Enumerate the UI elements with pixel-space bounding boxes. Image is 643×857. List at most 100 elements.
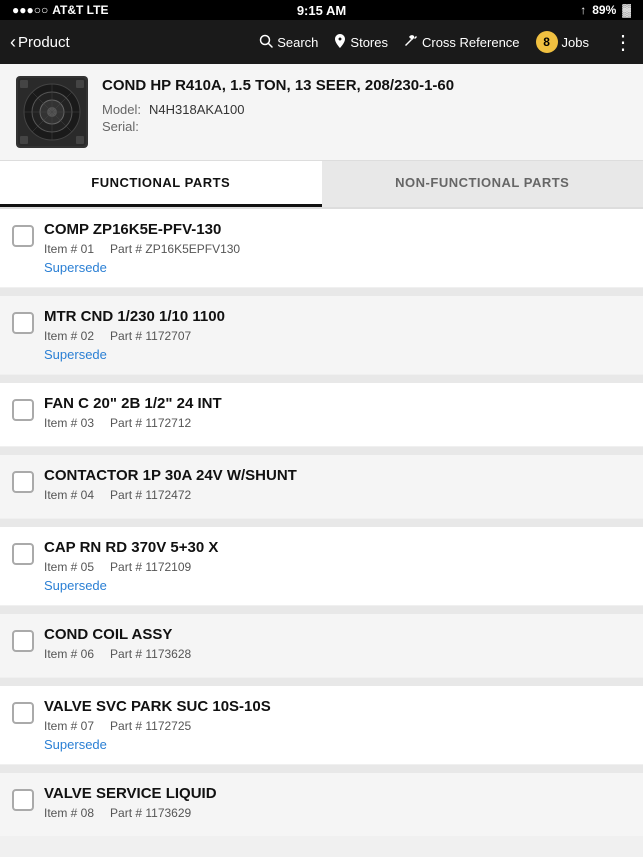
checkbox-area [12,225,34,247]
tab-functional-parts[interactable]: FUNCTIONAL PARTS [0,161,322,207]
part-meta: Item # 06 Part # 1173628 [44,647,627,661]
part-item-num: Item # 01 [44,242,94,256]
nav-bar: ‹ Product Search Stores [0,20,643,64]
stores-label: Stores [350,35,388,50]
more-icon[interactable]: ⋮ [613,30,633,55]
signal-dots: ●●●○○ [12,3,48,17]
part-name: CAP RN RD 370V 5+30 X [44,539,627,556]
jobs-action[interactable]: 8 Jobs [536,31,589,53]
part-details: MTR CND 1/230 1/10 1100 Item # 02 Part #… [44,308,627,362]
part-checkbox[interactable] [12,789,34,811]
part-separator [0,678,643,686]
supersede-link[interactable]: Supersede [44,578,627,593]
back-chevron-icon: ‹ [10,32,16,53]
part-name: COMP ZP16K5E-PFV-130 [44,221,627,238]
part-separator [0,447,643,455]
part-num: Part # 1172725 [110,719,191,733]
tab-non-functional-parts[interactable]: NON-FUNCTIONAL PARTS [322,161,643,207]
parts-list: COMP ZP16K5E-PFV-130 Item # 01 Part # ZP… [0,209,643,836]
cross-reference-label: Cross Reference [422,35,520,50]
part-item: CAP RN RD 370V 5+30 X Item # 05 Part # 1… [0,527,643,605]
checkbox-area [12,399,34,421]
supersede-link[interactable]: Supersede [44,260,627,275]
part-details: CAP RN RD 370V 5+30 X Item # 05 Part # 1… [44,539,627,593]
part-details: VALVE SVC PARK SUC 10S-10S Item # 07 Par… [44,698,627,752]
battery-icon: ▓ [622,3,631,17]
part-separator [0,288,643,296]
part-num: Part # 1172472 [110,488,191,502]
part-checkbox[interactable] [12,312,34,334]
model-value: N4H318AKA100 [149,102,244,117]
part-item: MTR CND 1/230 1/10 1100 Item # 02 Part #… [0,296,643,374]
part-details: CONTACTOR 1P 30A 24V W/SHUNT Item # 04 P… [44,467,627,506]
part-checkbox[interactable] [12,225,34,247]
wrench-icon [404,34,418,51]
part-separator [0,375,643,383]
product-serial: Serial: [102,119,627,134]
part-name: VALVE SERVICE LIQUID [44,785,627,802]
part-name: FAN C 20" 2B 1/2" 24 INT [44,395,627,412]
part-separator [0,606,643,614]
jobs-badge: 8 [536,31,558,53]
part-item-num: Item # 04 [44,488,94,502]
part-meta: Item # 03 Part # 1172712 [44,416,627,430]
supersede-link[interactable]: Supersede [44,347,627,362]
part-meta: Item # 05 Part # 1172109 [44,560,627,574]
part-checkbox[interactable] [12,543,34,565]
supersede-link[interactable]: Supersede [44,737,627,752]
status-bar: ●●●○○ AT&T LTE 9:15 AM ↑ 89% ▓ [0,0,643,20]
part-item: COMP ZP16K5E-PFV-130 Item # 01 Part # ZP… [0,209,643,287]
part-item: FAN C 20" 2B 1/2" 24 INT Item # 03 Part … [0,383,643,446]
cross-reference-action[interactable]: Cross Reference [404,34,520,51]
part-meta: Item # 08 Part # 1173629 [44,806,627,820]
checkbox-area [12,789,34,811]
tabs-container: FUNCTIONAL PARTS NON-FUNCTIONAL PARTS [0,161,643,209]
part-num: Part # 1172707 [110,329,191,343]
search-icon [259,34,273,51]
back-button[interactable]: ‹ Product [10,32,90,53]
part-item-num: Item # 06 [44,647,94,661]
part-checkbox[interactable] [12,630,34,652]
product-header: COND HP R410A, 1.5 TON, 13 SEER, 208/230… [0,64,643,161]
model-label: Model: [102,102,141,117]
part-meta: Item # 01 Part # ZP16K5EPFV130 [44,242,627,256]
part-name: MTR CND 1/230 1/10 1100 [44,308,627,325]
part-item-num: Item # 08 [44,806,94,820]
part-checkbox[interactable] [12,399,34,421]
part-details: COMP ZP16K5E-PFV-130 Item # 01 Part # ZP… [44,221,627,275]
status-bar-time: 9:15 AM [297,3,346,18]
part-details: VALVE SERVICE LIQUID Item # 08 Part # 11… [44,785,627,824]
part-checkbox[interactable] [12,702,34,724]
checkbox-area [12,312,34,334]
part-item: COND COIL ASSY Item # 06 Part # 1173628 [0,614,643,677]
part-num: Part # 1172712 [110,416,191,430]
part-details: COND COIL ASSY Item # 06 Part # 1173628 [44,626,627,665]
product-model: Model: N4H318AKA100 [102,102,627,117]
nav-actions: Search Stores Cross Reference 8 J [259,30,633,55]
part-name: COND COIL ASSY [44,626,627,643]
search-action[interactable]: Search [259,34,318,51]
checkbox-area [12,702,34,724]
status-bar-left: ●●●○○ AT&T LTE [12,3,108,17]
part-item-num: Item # 03 [44,416,94,430]
part-separator [0,765,643,773]
carrier-label: AT&T LTE [52,3,108,17]
jobs-count: 8 [543,35,550,49]
checkbox-area [12,543,34,565]
part-item: CONTACTOR 1P 30A 24V W/SHUNT Item # 04 P… [0,455,643,518]
search-label: Search [277,35,318,50]
part-checkbox[interactable] [12,471,34,493]
part-item-num: Item # 02 [44,329,94,343]
battery-label: 89% [592,3,616,17]
product-info: COND HP R410A, 1.5 TON, 13 SEER, 208/230… [102,76,627,136]
part-item: VALVE SVC PARK SUC 10S-10S Item # 07 Par… [0,686,643,764]
part-num: Part # ZP16K5EPFV130 [110,242,240,256]
part-item: VALVE SERVICE LIQUID Item # 08 Part # 11… [0,773,643,836]
status-bar-right: ↑ 89% ▓ [580,3,631,17]
product-image [16,76,88,148]
location-icon [334,34,346,51]
stores-action[interactable]: Stores [334,34,388,51]
part-meta: Item # 04 Part # 1172472 [44,488,627,502]
serial-label: Serial: [102,119,139,134]
product-title: COND HP R410A, 1.5 TON, 13 SEER, 208/230… [102,76,627,96]
